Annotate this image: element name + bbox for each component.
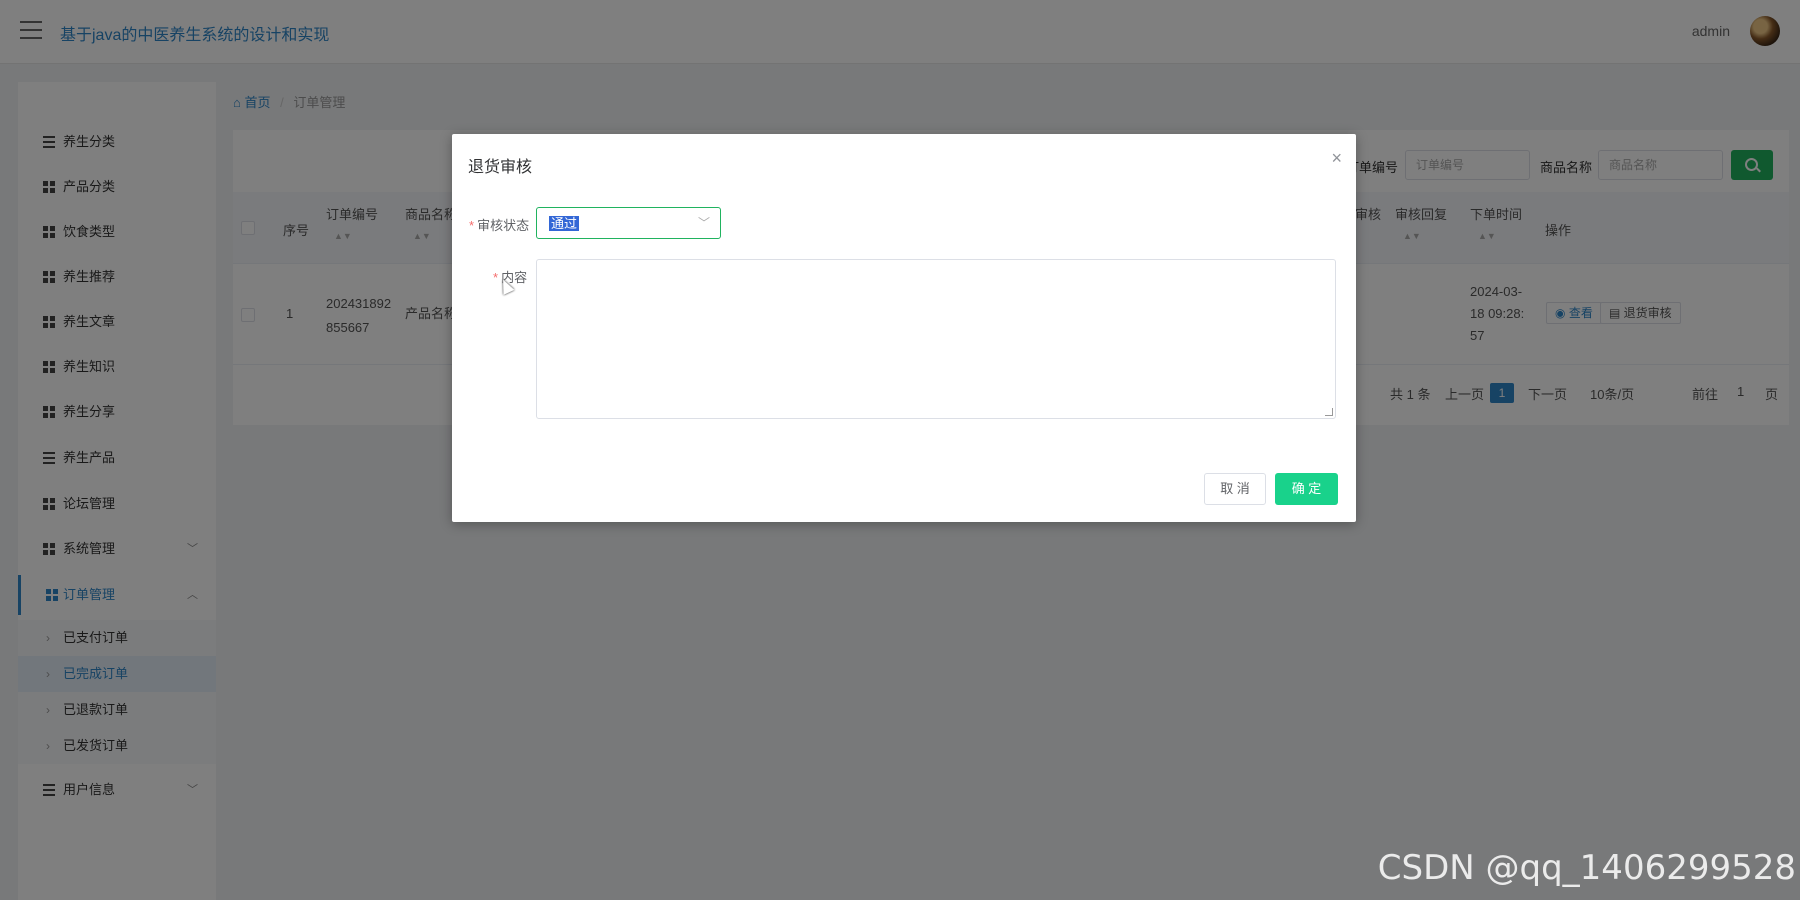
status-select[interactable]: 通过 ﹀ — [536, 207, 721, 239]
resize-handle[interactable] — [1325, 408, 1333, 416]
return-review-dialog: 退货审核 × * 审核状态 通过 ﹀ * 内容 取 消 确 定 — [452, 134, 1356, 522]
watermark: CSDN @qq_1406299528 — [1377, 848, 1796, 888]
status-label: * 审核状态 — [469, 215, 529, 234]
cancel-button[interactable]: 取 消 — [1204, 473, 1266, 505]
status-select-value: 通过 — [549, 216, 580, 231]
chevron-down-icon: ﹀ — [697, 216, 710, 230]
confirm-button[interactable]: 确 定 — [1275, 473, 1338, 505]
content-textarea[interactable] — [536, 259, 1336, 419]
dialog-title: 退货审核 — [468, 159, 533, 176]
required-mark: * — [469, 218, 475, 233]
close-icon[interactable]: × — [1331, 148, 1342, 169]
status-label-text: 审核状态 — [477, 218, 530, 233]
